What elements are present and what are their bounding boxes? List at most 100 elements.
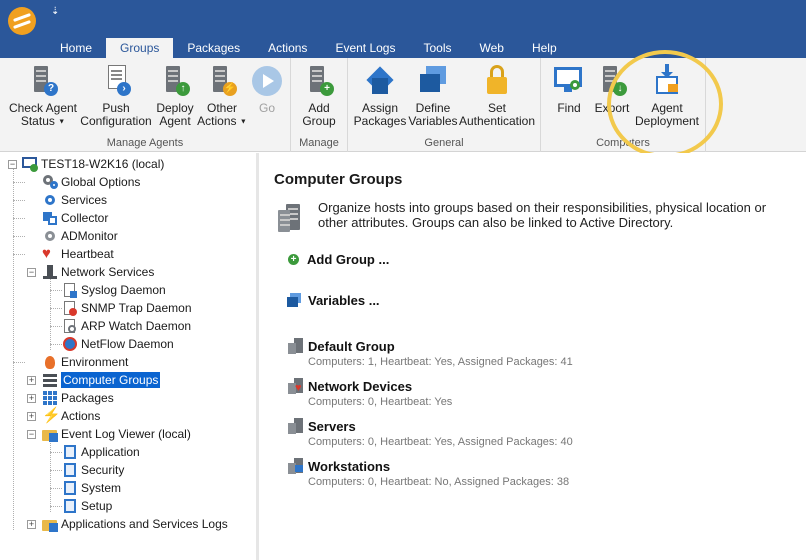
variables-icon [286, 292, 302, 308]
set-authentication-button[interactable]: Set Authentication [458, 64, 536, 128]
snmp-alert-icon [62, 300, 78, 316]
tab-tools[interactable]: Tools [409, 38, 465, 58]
server-monitor-icon [288, 458, 304, 474]
tree-item-computer-groups[interactable]: Computer Groups [42, 371, 161, 389]
tree-item-packages[interactable]: Packages [42, 389, 114, 407]
tree-item-environment[interactable]: Environment [42, 353, 128, 371]
variables-link[interactable]: Variables ... [286, 292, 380, 308]
define-variables-button[interactable]: Define Variables [408, 64, 458, 128]
tree-item-application-log[interactable]: Application [62, 443, 140, 461]
log-book-icon [62, 480, 78, 496]
log-book-icon [62, 462, 78, 478]
group-entry-default: Default Group Computers: 1, Heartbeat: Y… [288, 338, 573, 368]
tab-groups[interactable]: Groups [106, 38, 174, 59]
play-icon [250, 64, 284, 98]
agent-deployment-button[interactable]: Agent Deployment [629, 64, 705, 128]
tree-item-apps-services-logs[interactable]: Applications and Services Logs [42, 515, 228, 533]
tree-expander-actions[interactable]: + [27, 412, 36, 421]
export-button[interactable]: ↓ Export [591, 64, 633, 115]
tree-item-network-services[interactable]: Network Services [42, 263, 154, 281]
page-description: Organize hosts into groups based on thei… [318, 200, 767, 230]
packages-grid-icon [42, 390, 58, 406]
server-actions-icon: ⚡ [205, 64, 239, 98]
deploy-agent-button[interactable]: ↑ Deploy Agent [154, 64, 196, 128]
log-book-icon [62, 444, 78, 460]
server-group-icon [288, 418, 304, 434]
server-deploy-icon: ↑ [158, 64, 192, 98]
tree-item-actions[interactable]: ⚡ Actions [42, 407, 100, 425]
tab-home[interactable]: Home [46, 38, 106, 58]
go-button[interactable]: Go [250, 64, 284, 115]
other-actions-button[interactable]: ⚡ Other Actions ▼ [196, 64, 248, 128]
assign-packages-button[interactable]: Assign Packages [352, 64, 408, 128]
group-link-network-devices[interactable]: ♥ Network Devices [288, 378, 452, 394]
tree-item-root[interactable]: TEST18-W2K16 (local) [22, 155, 164, 173]
group-link-default[interactable]: Default Group [288, 338, 573, 354]
tree-item-security-log[interactable]: Security [62, 461, 124, 479]
tree-item-heartbeat[interactable]: ♥ Heartbeat [42, 245, 114, 263]
group-entry-network-devices: ♥ Network Devices Computers: 0, Heartbea… [288, 378, 452, 408]
computer-check-icon [22, 156, 38, 172]
group-label-manage-agents: Manage Agents [106, 137, 184, 149]
server-export-icon: ↓ [595, 64, 629, 98]
tree-expander-apps-services-logs[interactable]: + [27, 520, 36, 529]
monitor-search-icon [552, 64, 586, 98]
tab-packages[interactable]: Packages [173, 38, 254, 58]
tab-web[interactable]: Web [466, 38, 518, 58]
group-label-computers: Computers [596, 137, 650, 149]
ribbon: ? Check Agent Status ▼ › Push Configurat… [0, 58, 806, 152]
tree-item-global-options[interactable]: Global Options [42, 173, 140, 191]
quick-access-toolbar-icon[interactable]: ⇣ [51, 6, 59, 17]
tab-actions[interactable]: Actions [254, 38, 321, 58]
add-group-link[interactable]: + Add Group ... [288, 252, 389, 267]
tree-item-netflow-daemon[interactable]: NetFlow Daemon [62, 335, 174, 353]
tree-item-setup-log[interactable]: Setup [62, 497, 112, 515]
syslog-doc-icon [62, 282, 78, 298]
group-info: Computers: 1, Heartbeat: Yes, Assigned P… [308, 356, 573, 368]
group-info: Computers: 0, Heartbeat: Yes [308, 396, 453, 408]
tree-expander-event-log-viewer[interactable]: − [27, 430, 36, 439]
app-logo-icon[interactable] [8, 7, 36, 35]
ribbon-tabs: Home Groups Packages Actions Event Logs … [46, 38, 571, 59]
tab-event-logs[interactable]: Event Logs [321, 38, 409, 58]
document-push-icon: › [99, 64, 133, 98]
package-cube-icon [363, 64, 397, 98]
arp-watch-icon [62, 318, 78, 334]
environment-flame-icon [42, 354, 58, 370]
lightning-icon: ⚡ [42, 407, 61, 424]
tree-expander-network-services[interactable]: − [27, 268, 36, 277]
group-link-servers[interactable]: Servers [288, 418, 573, 434]
tree-item-admonitor[interactable]: ADMonitor [42, 227, 118, 245]
navigation-tree: − TEST18-W2K16 (local) Global Options Se… [0, 153, 259, 560]
ad-monitor-icon [42, 228, 58, 244]
lock-icon [480, 64, 514, 98]
group-entry-servers: Servers Computers: 0, Heartbeat: Yes, As… [288, 418, 573, 448]
group-info: Computers: 0, Heartbeat: No, Assigned Pa… [308, 476, 570, 488]
tree-item-arp-watch-daemon[interactable]: ARP Watch Daemon [62, 317, 191, 335]
find-button[interactable]: Find [551, 64, 587, 115]
tree-expander-computer-groups[interactable]: + [27, 376, 36, 385]
group-info: Computers: 0, Heartbeat: Yes, Assigned P… [308, 436, 573, 448]
tree-item-system-log[interactable]: System [62, 479, 121, 497]
tree-expander-packages[interactable]: + [27, 394, 36, 403]
netflow-globe-icon [62, 336, 78, 352]
tree-item-snmp-trap-daemon[interactable]: SNMP Trap Daemon [62, 299, 192, 317]
group-link-workstations[interactable]: Workstations [288, 458, 569, 474]
ribbon-group-manage: + Add Group Manage [291, 58, 348, 152]
tab-help[interactable]: Help [518, 38, 571, 58]
tree-item-syslog-daemon[interactable]: Syslog Daemon [62, 281, 166, 299]
check-agent-status-button[interactable]: ? Check Agent Status ▼ [6, 64, 80, 128]
tree-item-event-log-viewer[interactable]: Event Log Viewer (local) [42, 425, 191, 443]
main-panel: Computer Groups Organize hosts into grou… [262, 153, 806, 560]
tree-expander-root[interactable]: − [8, 160, 17, 169]
log-book-icon [62, 498, 78, 514]
group-label-manage: Manage [299, 137, 339, 149]
gears-icon [42, 174, 58, 190]
tree-item-services[interactable]: Services [42, 191, 107, 209]
server-heart-icon: ♥ [288, 378, 304, 394]
add-group-ribbon-button[interactable]: + Add Group [299, 64, 339, 128]
heart-icon: ♥ [42, 245, 51, 262]
push-configuration-button[interactable]: › Push Configuration [78, 64, 154, 128]
tree-item-collector[interactable]: Collector [42, 209, 108, 227]
agent-deployment-icon [650, 64, 684, 98]
